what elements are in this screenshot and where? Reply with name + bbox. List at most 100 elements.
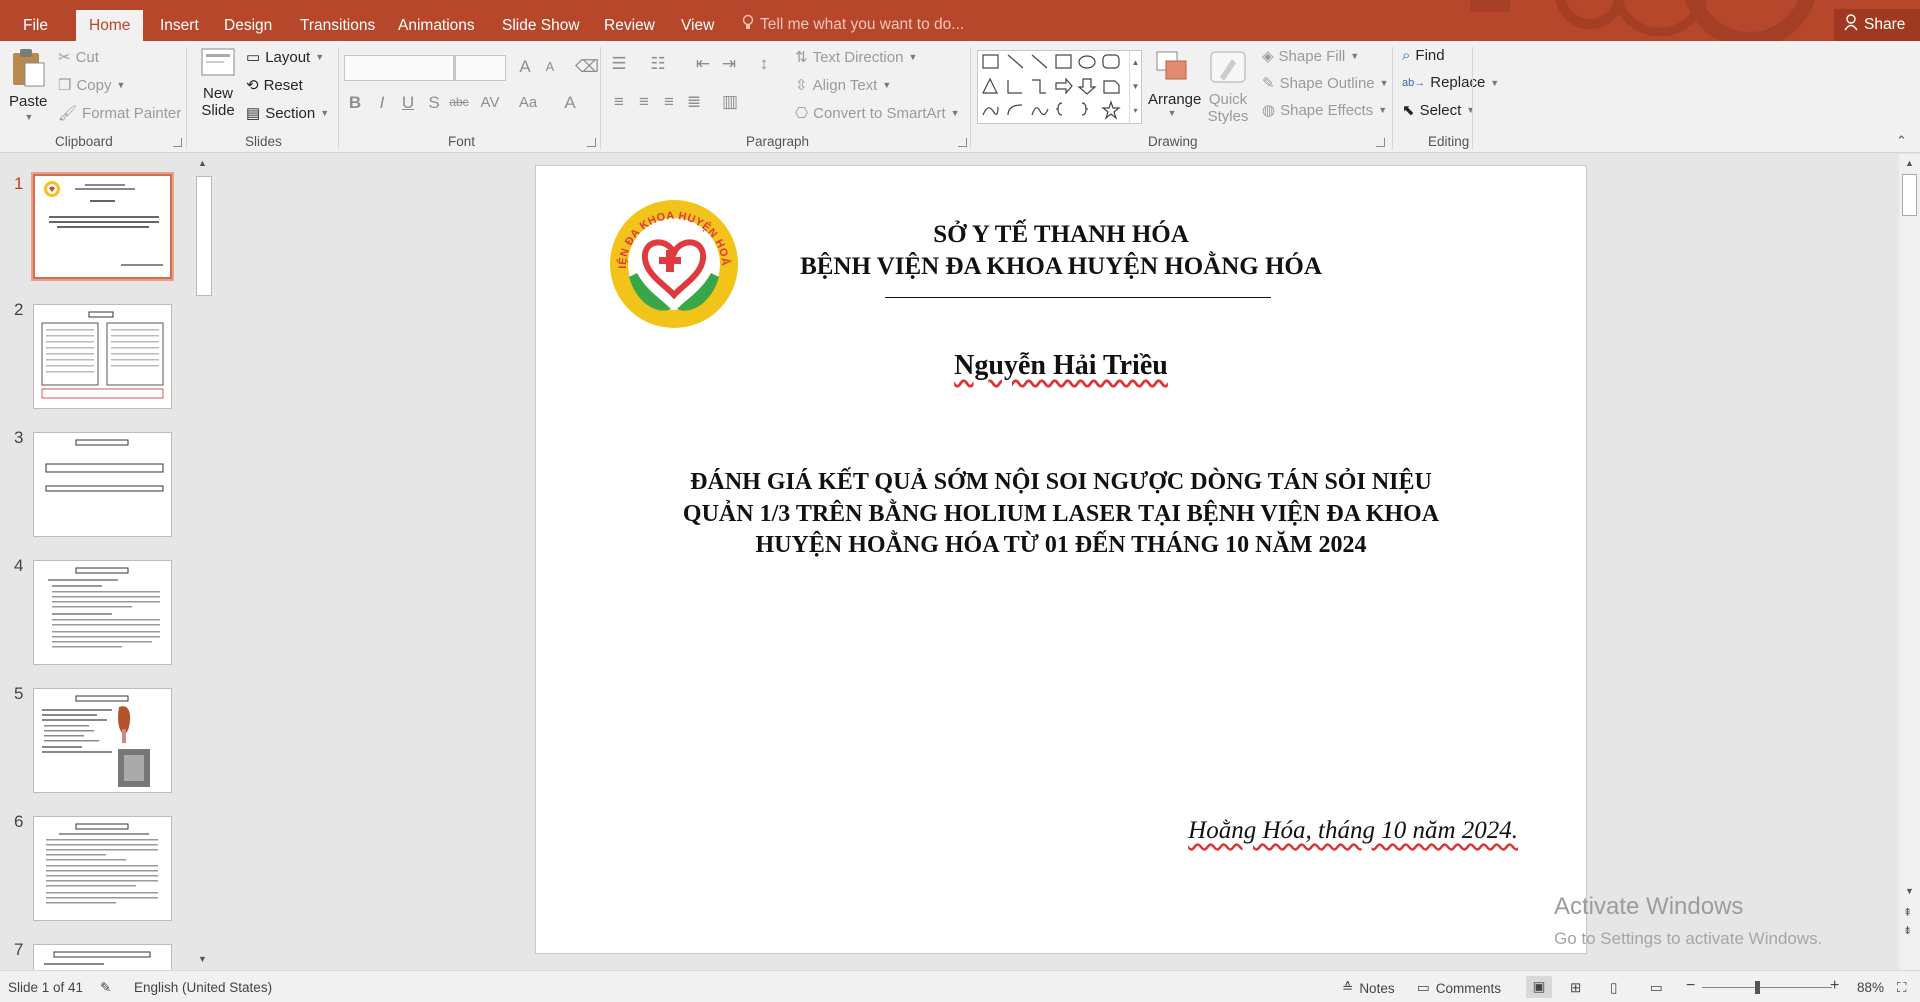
decrease-font-icon[interactable]: A bbox=[540, 59, 560, 74]
columns-icon[interactable]: ▥ bbox=[720, 92, 740, 112]
new-slide-button[interactable]: New Slide bbox=[195, 47, 241, 131]
share-button[interactable]: Share bbox=[1834, 9, 1920, 41]
justify-icon[interactable]: ≣ bbox=[684, 92, 704, 112]
zoom-slider-thumb[interactable] bbox=[1755, 981, 1760, 994]
thumbnail-scroll-thumb[interactable] bbox=[196, 176, 212, 296]
tab-design[interactable]: Design bbox=[224, 0, 272, 41]
align-center-icon[interactable]: ≡ bbox=[634, 92, 654, 112]
paintbrush-icon: 🖌 bbox=[58, 105, 78, 122]
header-underline bbox=[885, 297, 1271, 298]
zoom-in-icon[interactable]: + bbox=[1830, 977, 1839, 995]
drawing-group-label: Drawing bbox=[1148, 134, 1198, 149]
slide-sorter-icon[interactable]: ⊞ bbox=[1570, 980, 1581, 996]
drawing-launcher-icon[interactable] bbox=[1376, 138, 1385, 147]
paste-button[interactable]: Paste ▼ bbox=[9, 47, 49, 127]
clipboard-launcher-icon[interactable] bbox=[173, 138, 182, 147]
slide-thumbnail-1[interactable] bbox=[31, 172, 174, 281]
next-slide-icon[interactable]: ⇟ bbox=[1903, 924, 1912, 937]
tab-animations[interactable]: Animations bbox=[398, 0, 475, 41]
align-text-button[interactable]: ⇳ Align Text ▼ bbox=[795, 76, 891, 95]
slide-thumbnail-6[interactable] bbox=[33, 816, 172, 921]
convert-smartart-button[interactable]: ⎔ Convert to SmartArt ▼ bbox=[795, 104, 960, 123]
italic-icon[interactable]: I bbox=[372, 93, 392, 113]
slide-thumbnail-2[interactable] bbox=[33, 304, 172, 409]
shadow-icon[interactable]: S bbox=[424, 93, 444, 113]
chevron-down-icon: ▼ bbox=[1379, 78, 1389, 88]
increase-font-icon[interactable]: A bbox=[515, 57, 535, 77]
reset-button[interactable]: ⟲ Reset bbox=[246, 76, 303, 95]
quick-styles-button[interactable]: Quick Styles bbox=[1203, 49, 1253, 131]
slide-canvas[interactable]: BỆNH VIỆN ĐA KHOA HUYỆN HOẰNG HÓA SỞ Y T… bbox=[535, 165, 1587, 954]
normal-view-icon[interactable]: ▣ bbox=[1526, 976, 1552, 998]
tab-transitions[interactable]: Transitions bbox=[300, 0, 375, 41]
decrease-indent-icon[interactable]: ⇤ bbox=[693, 54, 713, 74]
notes-button[interactable]: ≙ Notes bbox=[1342, 980, 1395, 996]
layout-button[interactable]: ▭ Layout ▼ bbox=[246, 48, 324, 67]
scroll-down-icon[interactable]: ▼ bbox=[198, 954, 207, 964]
font-launcher-icon[interactable] bbox=[587, 138, 596, 147]
slide-thumbnail-4[interactable] bbox=[33, 560, 172, 665]
bullets-icon[interactable]: ☰ bbox=[609, 54, 629, 74]
select-button[interactable]: ⬉ Select ▼ bbox=[1402, 101, 1475, 120]
editor-scrollbar[interactable]: ▲ ▼ ⇞ ⇟ bbox=[1899, 154, 1920, 970]
character-spacing-icon[interactable]: AV bbox=[480, 94, 500, 111]
shape-outline-button[interactable]: ✎ Shape Outline ▼ bbox=[1262, 74, 1389, 93]
format-painter-button[interactable]: 🖌 Format Painter bbox=[58, 104, 181, 123]
spelling-icon[interactable]: ✎ bbox=[100, 980, 111, 996]
editor-scroll-thumb[interactable] bbox=[1902, 174, 1917, 216]
fit-to-window-icon[interactable]: ⛶ bbox=[1897, 980, 1906, 996]
scroll-up-icon[interactable]: ▲ bbox=[198, 158, 207, 168]
tab-review[interactable]: Review bbox=[604, 0, 655, 41]
section-button[interactable]: ▤ Section ▼ bbox=[246, 104, 329, 123]
underline-icon[interactable]: U bbox=[398, 93, 418, 113]
zoom-out-icon[interactable]: − bbox=[1686, 977, 1695, 995]
shapes-gallery[interactable]: ▲ ▼ ▾ bbox=[977, 50, 1142, 124]
line-spacing-icon[interactable]: ↕ bbox=[754, 54, 774, 74]
paragraph-launcher-icon[interactable] bbox=[958, 138, 967, 147]
collapse-ribbon-icon[interactable]: ⌃ bbox=[1896, 133, 1907, 149]
slideshow-icon[interactable]: ▭ bbox=[1650, 980, 1663, 996]
previous-slide-icon[interactable]: ⇞ bbox=[1903, 906, 1912, 919]
replace-icon: ab→ bbox=[1402, 76, 1426, 89]
thumbnail-scrollbar[interactable]: ▲ ▼ bbox=[194, 154, 215, 970]
file-tab[interactable]: File bbox=[23, 0, 48, 41]
comments-button[interactable]: ▭ Comments bbox=[1417, 980, 1501, 996]
font-name-combo[interactable] bbox=[344, 55, 454, 81]
replace-button[interactable]: ab→ Replace ▼ bbox=[1402, 74, 1499, 91]
tab-insert[interactable]: Insert bbox=[160, 0, 199, 41]
align-right-icon[interactable]: ≡ bbox=[659, 92, 679, 112]
shape-fill-button[interactable]: ◈ Shape Fill ▼ bbox=[1262, 47, 1359, 66]
clear-formatting-icon[interactable]: ⌫ bbox=[575, 57, 599, 77]
pen-icon: ✎ bbox=[1262, 75, 1275, 92]
reading-view-icon[interactable]: ▯ bbox=[1610, 980, 1617, 996]
copy-button[interactable]: ❐ Copy ▼ bbox=[58, 76, 125, 95]
zoom-slider-track[interactable] bbox=[1702, 987, 1832, 988]
font-size-combo[interactable] bbox=[455, 55, 506, 81]
change-case-icon[interactable]: Aa bbox=[518, 94, 538, 111]
slide-thumbnail-3[interactable] bbox=[33, 432, 172, 537]
gallery-scroll-icon[interactable]: ▲ ▼ ▾ bbox=[1129, 51, 1141, 123]
font-color-icon[interactable]: A bbox=[560, 93, 580, 113]
numbering-icon[interactable]: ☷ bbox=[648, 54, 668, 74]
slide-thumbnail-5[interactable] bbox=[33, 688, 172, 793]
tell-me-search[interactable]: Tell me what you want to do... bbox=[742, 14, 964, 36]
find-button[interactable]: ⌕ Find bbox=[1402, 47, 1445, 64]
text-direction-button[interactable]: ⇅ Text Direction ▼ bbox=[795, 48, 917, 67]
scroll-down-icon[interactable]: ▼ bbox=[1905, 886, 1914, 896]
scroll-up-icon[interactable]: ▲ bbox=[1905, 158, 1914, 168]
cut-button[interactable]: ✂ Cut bbox=[58, 48, 99, 67]
language-status[interactable]: English (United States) bbox=[134, 980, 272, 995]
shape-effects-button[interactable]: ◍ Shape Effects ▼ bbox=[1262, 101, 1387, 120]
notes-icon: ≙ bbox=[1342, 980, 1354, 995]
tab-slide-show[interactable]: Slide Show bbox=[502, 0, 580, 41]
align-left-icon[interactable]: ≡ bbox=[609, 92, 629, 112]
tab-home[interactable]: Home bbox=[76, 10, 144, 41]
increase-indent-icon[interactable]: ⇥ bbox=[719, 54, 739, 74]
bold-icon[interactable]: B bbox=[345, 93, 365, 113]
shapes-gallery-icons bbox=[982, 54, 1121, 120]
slide-thumbnail-7[interactable] bbox=[33, 944, 172, 970]
arrange-button[interactable]: Arrange ▼ bbox=[1148, 49, 1201, 131]
strikethrough-icon[interactable]: abc bbox=[449, 95, 469, 109]
tab-view[interactable]: View bbox=[681, 0, 714, 41]
zoom-level[interactable]: 88% bbox=[1857, 980, 1884, 995]
